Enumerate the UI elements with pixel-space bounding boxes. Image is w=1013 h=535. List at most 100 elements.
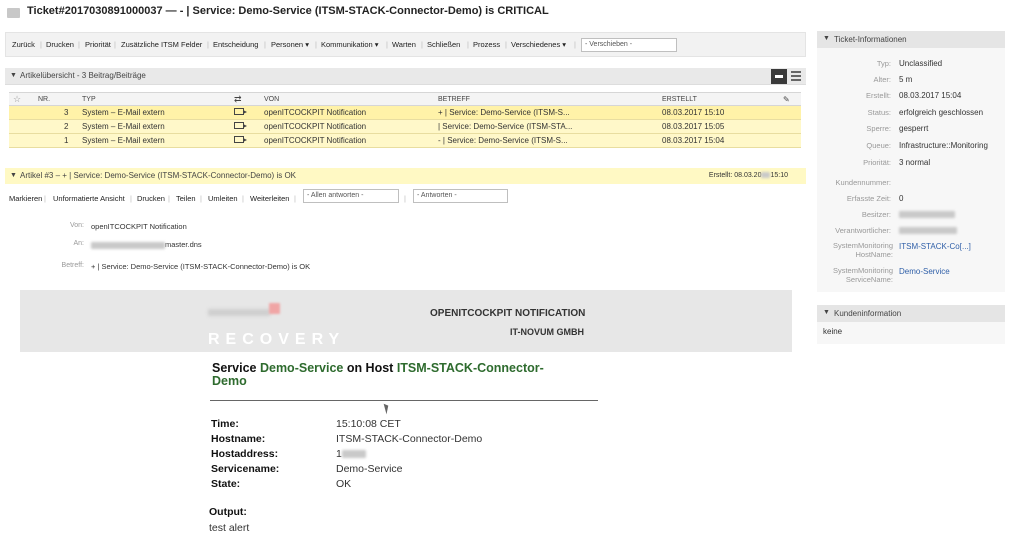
process-button[interactable]: Prozess [473, 40, 500, 49]
direction-icon: ⇄ [234, 93, 242, 104]
customer-id-label: Kundennummer: [835, 178, 891, 187]
type-label: Typ: [876, 59, 891, 68]
toolbar-separator: | [40, 40, 42, 49]
row-created: 08.03.2017 15:04 [658, 133, 779, 148]
subject-column-header[interactable]: BETREFF [434, 92, 658, 106]
row-subject: + | Service: Demo-Service (ITSM-S... [434, 105, 658, 120]
type-column-header[interactable]: TYP [78, 92, 230, 106]
servicename-label: Servicename: [211, 463, 280, 475]
accounted-time-value: 0 [899, 194, 904, 203]
article-header[interactable]: ▼ Artikel #3 – + | Service: Demo-Service… [5, 168, 806, 184]
queue-label: Queue: [866, 141, 891, 150]
to-label: An: [73, 240, 84, 247]
people-menu[interactable]: Personen ▾ [271, 40, 309, 49]
forward-button[interactable]: Weiterleiten [250, 194, 289, 203]
split-button[interactable]: Teilen [176, 194, 196, 203]
subject-value: + | Service: Demo-Service (ITSM-STACK-Co… [91, 262, 311, 271]
outgoing-email-icon [234, 108, 247, 115]
owner-value[interactable] [899, 210, 955, 219]
nr-column-header[interactable]: NR. [34, 92, 78, 106]
row-from: openITCOCKPIT Notification [260, 105, 434, 120]
row-type: System – E-Mail extern [78, 119, 230, 134]
close-ticket-button[interactable]: Schließen [427, 40, 460, 49]
row-type: System – E-Mail extern [78, 105, 230, 120]
star-column-header: ☆ [9, 92, 34, 106]
created-label: Erstellt: [865, 91, 891, 100]
table-row[interactable]: 2 System – E-Mail extern openITCOCKPIT N… [9, 119, 801, 134]
servicename-value: Demo-Service [336, 463, 403, 475]
collapse-arrow-icon[interactable]: ▼ [823, 309, 830, 316]
priority-button[interactable]: Priorität [85, 40, 111, 49]
sysmon-servicename-label: SystemMonitoring ServiceName: [832, 266, 893, 284]
row-subject: | Service: Demo-Service (ITSM-STA... [434, 119, 658, 134]
row-from: openITCOCKPIT Notification [260, 133, 434, 148]
reply-select[interactable]: - Antworten - [413, 189, 508, 203]
misc-menu[interactable]: Verschiedenes ▾ [511, 40, 566, 49]
customer-info-header[interactable]: ▼ Kundeninformation [817, 305, 1005, 322]
status-value: erfolgreich geschlossen [899, 108, 984, 117]
collapsed-view-button[interactable] [771, 69, 787, 84]
toolbar-separator: | [386, 40, 388, 49]
from-value: openITCOCKPIT Notification [91, 222, 187, 231]
service-headline: Service Demo-Service on Host ITSM-STACK-… [212, 361, 544, 388]
pending-button[interactable]: Warten [392, 40, 416, 49]
direction-column-header: ⇄ [230, 92, 260, 106]
sysmon-servicename-link[interactable]: Demo-Service [899, 267, 950, 276]
article-title: Artikel #3 – + | Service: Demo-Service (… [20, 171, 296, 180]
age-value: 5 m [899, 75, 913, 84]
table-row[interactable]: 1 System – E-Mail extern openITCOCKPIT N… [9, 133, 801, 148]
attachment-column-header: ✎ [779, 92, 801, 106]
created-column-header[interactable]: ERSTELLT [658, 92, 779, 106]
status-label: Status: [867, 108, 891, 117]
type-value: Unclassified [899, 59, 943, 68]
star-icon: ☆ [13, 93, 22, 104]
from-column-header[interactable]: VON [260, 92, 434, 106]
ticket-info-header[interactable]: ▼ Ticket-Informationen [817, 31, 1005, 48]
email-body: Service Demo-Service on Host ITSM-STACK-… [20, 352, 792, 535]
paperclip-icon: ✎ [783, 94, 790, 104]
toolbar-separator: | [574, 40, 576, 49]
lock-label: Sperre: [866, 124, 891, 133]
move-queue-select[interactable]: - Verschieben - [581, 38, 677, 52]
customer-info-value: keine [823, 327, 843, 336]
queue-value[interactable]: Infrastructure::Monitoring [899, 141, 988, 150]
article-overview-title: Artikelübersicht - 3 Beitrag/Beiträge [20, 71, 146, 80]
article-overview-table: ☆ NR. TYP ⇄ VON BETREFF ERSTELLT ✎ 3 Sys… [9, 92, 801, 148]
print-article-button[interactable]: Drucken [137, 194, 165, 203]
row-nr: 2 [34, 119, 78, 134]
output-label: Output: [209, 506, 247, 518]
decision-button[interactable]: Entscheidung [213, 40, 258, 49]
print-button[interactable]: Drucken [46, 40, 74, 49]
communication-menu[interactable]: Kommunikation ▾ [321, 40, 379, 49]
article-overview-header[interactable]: ▼ Artikelübersicht - 3 Beitrag/Beiträge [5, 68, 806, 85]
collapse-arrow-icon[interactable]: ▼ [823, 35, 830, 42]
state-label: State: [211, 478, 241, 490]
collapse-arrow-icon[interactable]: ▼ [10, 172, 17, 179]
page-title: Ticket#2017030891000037 — - | Service: D… [27, 5, 549, 17]
to-value: master.dns [91, 240, 202, 249]
table-row[interactable]: 3 System – E-Mail extern openITCOCKPIT N… [9, 105, 801, 120]
hostaddress-label: Hostaddress: [211, 448, 279, 460]
plain-view-button[interactable]: Unformatierte Ansicht [53, 194, 125, 203]
additional-itsm-fields-button[interactable]: Zusätzliche ITSM Felder [121, 40, 202, 49]
outgoing-email-icon [234, 136, 247, 143]
responsible-value[interactable] [899, 226, 957, 235]
service-name: Demo-Service [259, 361, 344, 375]
row-from: openITCOCKPIT Notification [260, 119, 434, 134]
time-value: 15:10:08 CET [336, 418, 401, 430]
sysmon-hostname-link[interactable]: ITSM-STACK-Co[...] [899, 242, 971, 251]
bounce-button[interactable]: Umleiten [208, 194, 238, 203]
ticket-action-toolbar: Zurück | Drucken | Priorität | Zusätzlic… [5, 32, 806, 57]
email-banner: RECOVERY OPENITCOCKPIT NOTIFICATION IT-N… [20, 290, 792, 352]
list-view-button[interactable] [791, 71, 801, 82]
row-created: 08.03.2017 15:10 [658, 105, 779, 120]
reply-all-select[interactable]: - Allen antworten - [303, 189, 399, 203]
hostaddress-value: 1 [336, 448, 366, 460]
created-value: 08.03.2017 15:04 [899, 91, 962, 100]
responsible-label: Verantwortlicher: [835, 226, 891, 235]
collapse-arrow-icon[interactable]: ▼ [10, 72, 17, 79]
customer-info-panel: keine [817, 322, 1005, 344]
back-button[interactable]: Zurück [12, 40, 35, 49]
row-nr: 3 [34, 105, 78, 120]
mark-button[interactable]: Markieren [9, 194, 42, 203]
